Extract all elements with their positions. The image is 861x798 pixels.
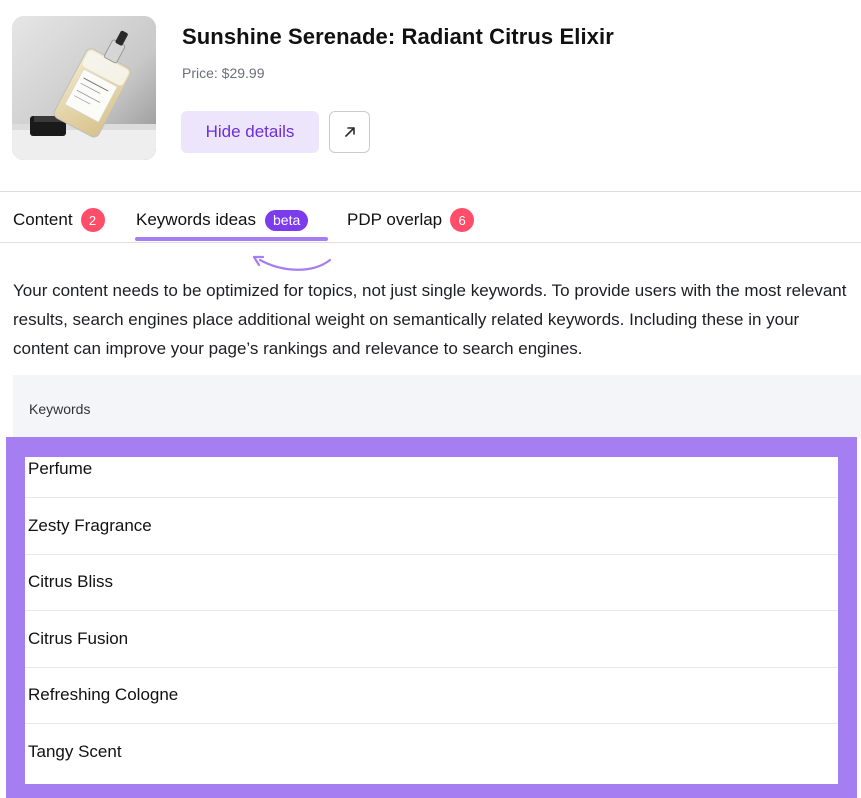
product-title: Sunshine Serenade: Radiant Citrus Elixir: [182, 24, 614, 49]
table-row: Citrus Fusion: [25, 611, 838, 668]
keywords-column-header: Keywords: [29, 401, 91, 417]
pdp-overlap-count-badge: 6: [450, 208, 475, 232]
table-row: Refreshing Cologne: [25, 668, 838, 724]
keywords-list: Perfume Zesty Fragrance Citrus Bliss Cit…: [25, 457, 838, 784]
hide-details-button[interactable]: Hide details: [181, 111, 319, 153]
keyword-cell: Perfume: [28, 459, 93, 478]
content-count-badge: 2: [80, 208, 105, 232]
table-row: Perfume: [25, 457, 838, 498]
open-product-link-button[interactable]: [329, 111, 370, 153]
tab-content-label: Content: [13, 210, 73, 229]
beta-badge: beta: [265, 209, 309, 231]
table-row: Citrus Bliss: [25, 555, 838, 611]
keyword-cell: Citrus Fusion: [28, 628, 129, 648]
active-tab-indicator: [135, 237, 328, 241]
tab-keywords-ideas-label: Keywords ideas: [136, 210, 257, 229]
keyword-cell: Refreshing Cologne: [28, 685, 179, 705]
tab-pdp-overlap[interactable]: PDP overlap 6: [347, 207, 475, 233]
tabs-bottom-divider: [0, 242, 861, 243]
keyword-cell: Zesty Fragrance: [28, 515, 152, 535]
table-row: Tangy Scent: [25, 724, 838, 781]
keywords-description: Your content needs to be optimized for t…: [13, 281, 847, 358]
perfume-bottle-icon: [12, 16, 156, 160]
keyword-cell: Tangy Scent: [28, 742, 122, 762]
tab-content[interactable]: Content 2: [13, 207, 105, 233]
table-row: Zesty Fragrance: [25, 498, 838, 555]
keywords-table-header: Keywords: [13, 375, 861, 439]
product-image: [12, 16, 156, 160]
tab-pdp-overlap-label: PDP overlap: [347, 210, 443, 229]
arrow-up-right-icon: [344, 127, 355, 137]
tabs-top-divider: [0, 191, 861, 192]
tab-keywords-ideas[interactable]: Keywords ideas beta: [136, 207, 309, 233]
product-price: Price: $29.99: [182, 65, 265, 81]
keyword-cell: Citrus Bliss: [28, 572, 114, 592]
curved-arrow-icon: [252, 255, 332, 271]
product-keywords-panel: Sunshine Serenade: Radiant Citrus Elixir…: [0, 0, 861, 798]
